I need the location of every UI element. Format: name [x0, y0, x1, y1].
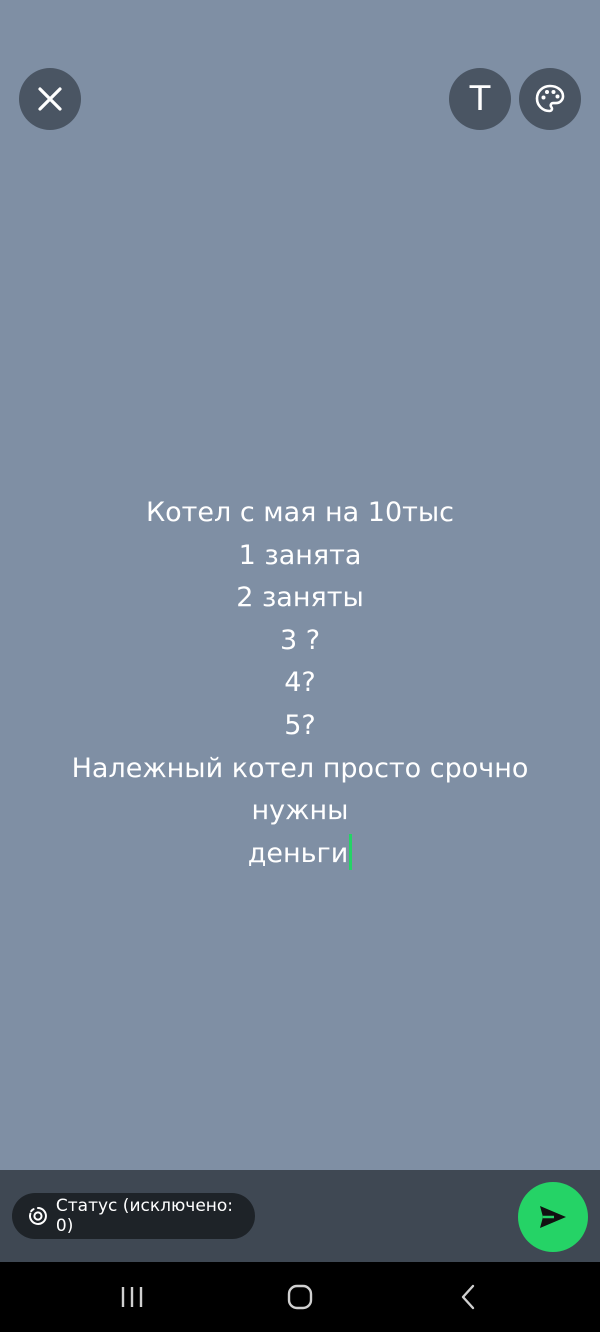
system-navigation-bar — [0, 1262, 600, 1332]
status-privacy-button[interactable]: Статус (исключено: 0) — [12, 1193, 255, 1239]
status-text-last-line: деньги — [20, 833, 580, 876]
close-button[interactable] — [19, 68, 81, 130]
bottom-bar: Статус (исключено: 0) — [0, 1170, 600, 1262]
status-text-input[interactable]: Котел с мая на 10тыс 1 занята 2 заняты 3… — [20, 492, 580, 875]
status-privacy-icon — [29, 1207, 47, 1225]
text-caret — [349, 833, 353, 870]
close-icon — [38, 87, 62, 111]
text-tool-label: T — [469, 79, 491, 119]
text-style-button[interactable]: T — [449, 68, 511, 130]
status-text-line: 3 ? — [279, 624, 321, 656]
back-icon — [461, 1284, 475, 1310]
status-text-line: Котел с мая на 10тыс — [145, 497, 455, 528]
recent-apps-icon — [121, 1287, 143, 1307]
status-text-line: деньги — [247, 837, 349, 869]
status-text-line: Належный котел просто срочно нужны — [71, 752, 529, 827]
back-button[interactable] — [448, 1282, 488, 1312]
home-button[interactable] — [280, 1282, 320, 1312]
status-text-line: 2 заняты — [236, 582, 364, 614]
palette-icon — [535, 84, 565, 113]
recent-apps-button[interactable] — [112, 1282, 152, 1312]
send-button[interactable] — [518, 1182, 588, 1252]
status-text-line: 4? — [284, 667, 316, 699]
status-composer-screen: T Котел с мая на 10тыс 1 занята 2 заняты… — [0, 0, 600, 1332]
background-color-button[interactable] — [519, 68, 581, 130]
status-text-line: 5? — [284, 709, 316, 741]
status-privacy-label: Статус (исключено: 0) — [55, 1196, 234, 1236]
home-icon — [287, 1284, 313, 1310]
status-text-line: 1 занята — [238, 539, 362, 571]
send-icon — [540, 1206, 566, 1228]
